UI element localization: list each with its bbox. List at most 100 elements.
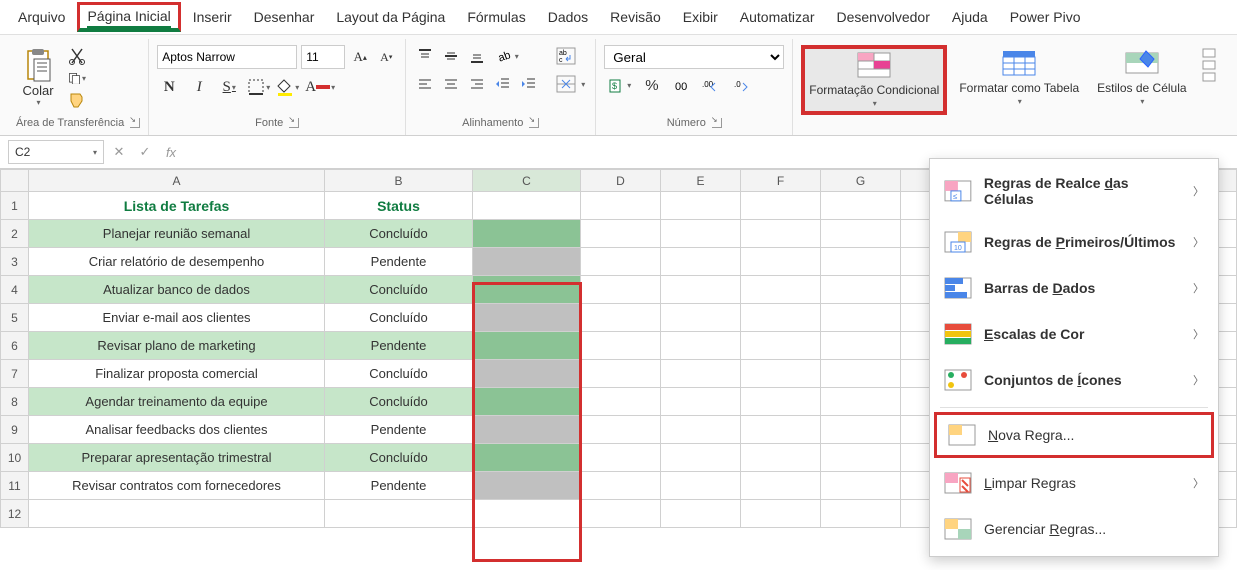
menu-item-escalas-de-cor[interactable]: Escalas de Cor 〉: [930, 311, 1218, 357]
underline-button[interactable]: S ▾: [217, 75, 241, 99]
paste-button[interactable]: Colar ▾: [16, 45, 60, 109]
increase-indent-button[interactable]: [518, 73, 540, 95]
insert-function-button[interactable]: fx: [160, 141, 182, 163]
col-header-b[interactable]: B: [325, 170, 473, 192]
row-header-6[interactable]: 6: [1, 332, 29, 360]
row-header-4[interactable]: 4: [1, 276, 29, 304]
cancel-formula-button[interactable]: ✕: [108, 141, 130, 163]
name-box[interactable]: C2▾: [8, 140, 104, 164]
menu-item-nova-regra-[interactable]: Nova Regra...: [934, 412, 1214, 458]
col-header-d[interactable]: D: [581, 170, 661, 192]
alignment-dialog-launcher[interactable]: [529, 118, 539, 128]
cell-b5[interactable]: Concluído: [325, 304, 473, 332]
menubar-item-desenvolvedor[interactable]: Desenvolvedor: [826, 3, 939, 31]
wrap-text-button[interactable]: abc: [554, 45, 587, 67]
enter-formula-button[interactable]: ✓: [134, 141, 156, 163]
cell-b3[interactable]: Pendente: [325, 248, 473, 276]
cell-c11[interactable]: [473, 472, 581, 500]
col-header-e[interactable]: E: [661, 170, 741, 192]
row-header-10[interactable]: 10: [1, 444, 29, 472]
menubar-item-arquivo[interactable]: Arquivo: [8, 3, 75, 31]
cell-c8[interactable]: [473, 388, 581, 416]
cell-a1[interactable]: Lista de Tarefas: [29, 192, 325, 220]
cell-b2[interactable]: Concluído: [325, 220, 473, 248]
cell-b6[interactable]: Pendente: [325, 332, 473, 360]
cell-c10[interactable]: [473, 444, 581, 472]
menubar-item-inserir[interactable]: Inserir: [183, 3, 242, 31]
accounting-format-button[interactable]: $▾: [604, 76, 635, 96]
menubar-item-powerpivot[interactable]: Power Pivo: [1000, 3, 1091, 31]
row-header-8[interactable]: 8: [1, 388, 29, 416]
menu-item-gerenciar-regras-[interactable]: Gerenciar Regras...: [930, 506, 1218, 552]
cell-c2[interactable]: [473, 220, 581, 248]
cell-b4[interactable]: Concluído: [325, 276, 473, 304]
align-bottom-button[interactable]: [466, 45, 488, 67]
cell-c7[interactable]: [473, 360, 581, 388]
menu-item-barras-de-dados[interactable]: Barras de Dados 〉: [930, 265, 1218, 311]
font-size-select[interactable]: [301, 45, 345, 69]
cell-a3[interactable]: Criar relatório de desempenho: [29, 248, 325, 276]
menubar-item-dados[interactable]: Dados: [538, 3, 598, 31]
clipboard-dialog-launcher[interactable]: [130, 118, 140, 128]
cell-b8[interactable]: Concluído: [325, 388, 473, 416]
col-header-a[interactable]: A: [29, 170, 325, 192]
percent-format-button[interactable]: %: [641, 75, 662, 96]
cell-styles-button[interactable]: Estilos de Célula▾: [1091, 45, 1192, 111]
cell-b9[interactable]: Pendente: [325, 416, 473, 444]
cell-c1[interactable]: [473, 192, 581, 220]
cut-button[interactable]: [68, 47, 86, 65]
align-center-button[interactable]: [440, 73, 462, 95]
cell-b11[interactable]: Pendente: [325, 472, 473, 500]
select-all-corner[interactable]: [1, 170, 29, 192]
cell-b1[interactable]: Status: [325, 192, 473, 220]
fill-color-button[interactable]: ▾: [276, 78, 299, 96]
number-format-select[interactable]: Geral: [604, 45, 784, 69]
menubar-item-formulas[interactable]: Fórmulas: [457, 3, 535, 31]
cell-c4[interactable]: [473, 276, 581, 304]
bold-button[interactable]: N: [157, 75, 181, 99]
cell-a11[interactable]: Revisar contratos com fornecedores: [29, 472, 325, 500]
align-left-button[interactable]: [414, 73, 436, 95]
menu-item-regras-de-realce-das-c-lulas[interactable]: ≤ Regras de Realce das Células 〉: [930, 163, 1218, 219]
italic-button[interactable]: I: [187, 75, 211, 99]
increase-decimal-button[interactable]: .00: [697, 77, 723, 95]
menubar-item-pagina-inicial[interactable]: Página Inicial: [77, 2, 180, 32]
cell-b10[interactable]: Concluído: [325, 444, 473, 472]
cell-a8[interactable]: Agendar treinamento da equipe: [29, 388, 325, 416]
menubar-item-revisao[interactable]: Revisão: [600, 3, 671, 31]
align-top-button[interactable]: [414, 45, 436, 67]
decrease-indent-button[interactable]: [492, 73, 514, 95]
menubar-item-desenhar[interactable]: Desenhar: [244, 3, 325, 31]
align-right-button[interactable]: [466, 73, 488, 95]
decrease-decimal-button[interactable]: .0: [729, 77, 755, 95]
copy-button[interactable]: ▾: [68, 69, 86, 87]
cell-c6[interactable]: [473, 332, 581, 360]
menu-item-conjuntos-de-cones[interactable]: Conjuntos de Ícones 〉: [930, 357, 1218, 403]
format-painter-button[interactable]: [68, 91, 86, 109]
menu-item-limpar-regras[interactable]: Limpar Regras 〉: [930, 460, 1218, 506]
cell-b7[interactable]: Concluído: [325, 360, 473, 388]
cell-c5[interactable]: [473, 304, 581, 332]
cell-a9[interactable]: Analisar feedbacks dos clientes: [29, 416, 325, 444]
col-header-c[interactable]: C: [473, 170, 581, 192]
menubar-item-automatizar[interactable]: Automatizar: [730, 3, 825, 31]
decrease-font-button[interactable]: A▾: [375, 46, 397, 68]
font-dialog-launcher[interactable]: [289, 118, 299, 128]
align-middle-button[interactable]: [440, 45, 462, 67]
row-header-2[interactable]: 2: [1, 220, 29, 248]
cell-a6[interactable]: Revisar plano de marketing: [29, 332, 325, 360]
menubar-item-layout[interactable]: Layout da Página: [326, 3, 455, 31]
row-header-5[interactable]: 5: [1, 304, 29, 332]
font-name-select[interactable]: [157, 45, 297, 69]
cell-a10[interactable]: Preparar apresentação trimestral: [29, 444, 325, 472]
menu-item-regras-de-primeiros-ltimos[interactable]: 10 Regras de Primeiros/Últimos 〉: [930, 219, 1218, 265]
border-button[interactable]: ▾: [247, 78, 270, 96]
col-header-g[interactable]: G: [821, 170, 901, 192]
menubar-item-ajuda[interactable]: Ajuda: [942, 3, 998, 31]
merge-center-button[interactable]: ▾: [554, 73, 587, 95]
number-dialog-launcher[interactable]: [712, 118, 722, 128]
row-header-12[interactable]: 12: [1, 500, 29, 528]
increase-font-button[interactable]: A▴: [349, 46, 371, 68]
col-header-f[interactable]: F: [741, 170, 821, 192]
row-header-1[interactable]: 1: [1, 192, 29, 220]
